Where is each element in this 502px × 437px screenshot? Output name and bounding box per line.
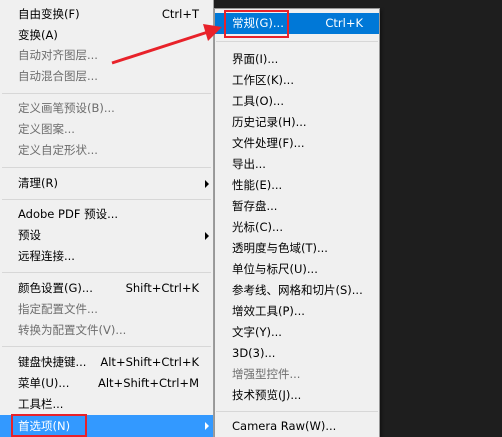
annotation-arrow-icon — [111, 24, 222, 65]
